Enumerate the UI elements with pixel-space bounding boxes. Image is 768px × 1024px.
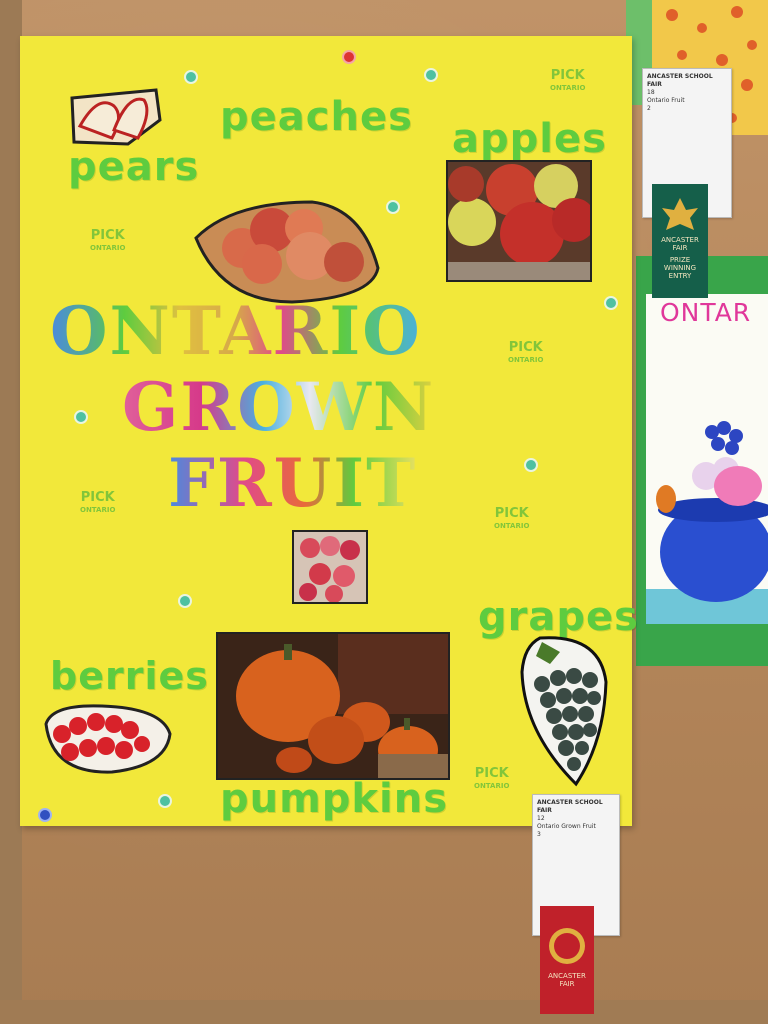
label-berries: berries xyxy=(50,654,209,698)
drawing-title-text: ONTAR xyxy=(660,298,752,327)
ribbon-text: FAIR xyxy=(559,980,575,988)
pushpin xyxy=(38,808,52,822)
pick-ontario-watermark: PICK ONTARIO xyxy=(90,228,126,252)
strawberries-photo xyxy=(42,704,172,776)
pushpin xyxy=(184,70,198,84)
label-apples: apples xyxy=(452,116,607,162)
ribbon-text: ANCASTER xyxy=(661,236,699,244)
pushpin xyxy=(178,594,192,608)
poster-board: PICK ONTARIO PICK ONTARIO PICK ONTARIO PICK… xyxy=(20,36,638,826)
poster-title-line-1: ONTARIO xyxy=(50,292,422,370)
ribbon-text: PRIZE xyxy=(669,256,691,264)
pushpin xyxy=(604,296,618,310)
tag-place: 3 xyxy=(537,831,541,838)
tag-class-number: 18 xyxy=(647,89,655,96)
poster-title-line-3: FRUIT xyxy=(168,444,418,522)
pushpin xyxy=(424,68,438,82)
pushpin xyxy=(158,794,172,808)
board-frame-bottom xyxy=(0,1000,768,1024)
grapes-photo xyxy=(520,632,610,788)
prize-ribbon-red: ANCASTER FAIR xyxy=(540,906,594,1014)
poster-title-line-2: GROWN xyxy=(122,368,436,446)
prize-ribbon-green: ANCASTER FAIR PRIZE WINNING ENTRY xyxy=(652,184,708,298)
pick-ontario-watermark: PICK ONTARIO xyxy=(550,68,586,92)
label-pears: pears xyxy=(68,144,200,190)
label-pumpkins: pumpkins xyxy=(220,776,449,822)
pumpkins-photo xyxy=(216,632,450,780)
pick-ontario-watermark: PICK ONTARIO xyxy=(474,766,510,790)
tag-item: Ontario Grown Fruit xyxy=(537,823,596,830)
pushpin xyxy=(342,50,356,64)
board-frame-left xyxy=(0,0,22,1024)
label-peaches: peaches xyxy=(220,94,413,140)
pick-ontario-watermark: PICK ONTARIO xyxy=(508,340,544,364)
tag-header: ANCASTER SCHOOL FAIR xyxy=(537,799,603,814)
ribbon-text: ANCASTER xyxy=(548,972,586,980)
child-drawing xyxy=(646,294,768,624)
pear-slices-photo xyxy=(68,86,164,148)
tag-place: 2 xyxy=(647,105,651,112)
ribbon-text: ENTRY xyxy=(668,272,692,280)
ribbon-text: FAIR xyxy=(672,244,688,252)
pick-ontario-watermark: PICK ONTARIO xyxy=(494,506,530,530)
tag-class-number: 12 xyxy=(537,815,545,822)
pushpin xyxy=(386,200,400,214)
ribbon-text: WINNING xyxy=(663,264,697,272)
pick-ontario-watermark: PICK ONTARIO xyxy=(80,490,116,514)
tag-item: Ontario Fruit xyxy=(647,97,685,104)
pushpin xyxy=(74,410,88,424)
pushpin xyxy=(524,458,538,472)
apples-photo xyxy=(446,160,592,282)
small-apples-photo xyxy=(292,530,368,604)
tag-header: ANCASTER SCHOOL FAIR xyxy=(647,73,713,88)
peaches-bowl-photo xyxy=(192,198,380,304)
